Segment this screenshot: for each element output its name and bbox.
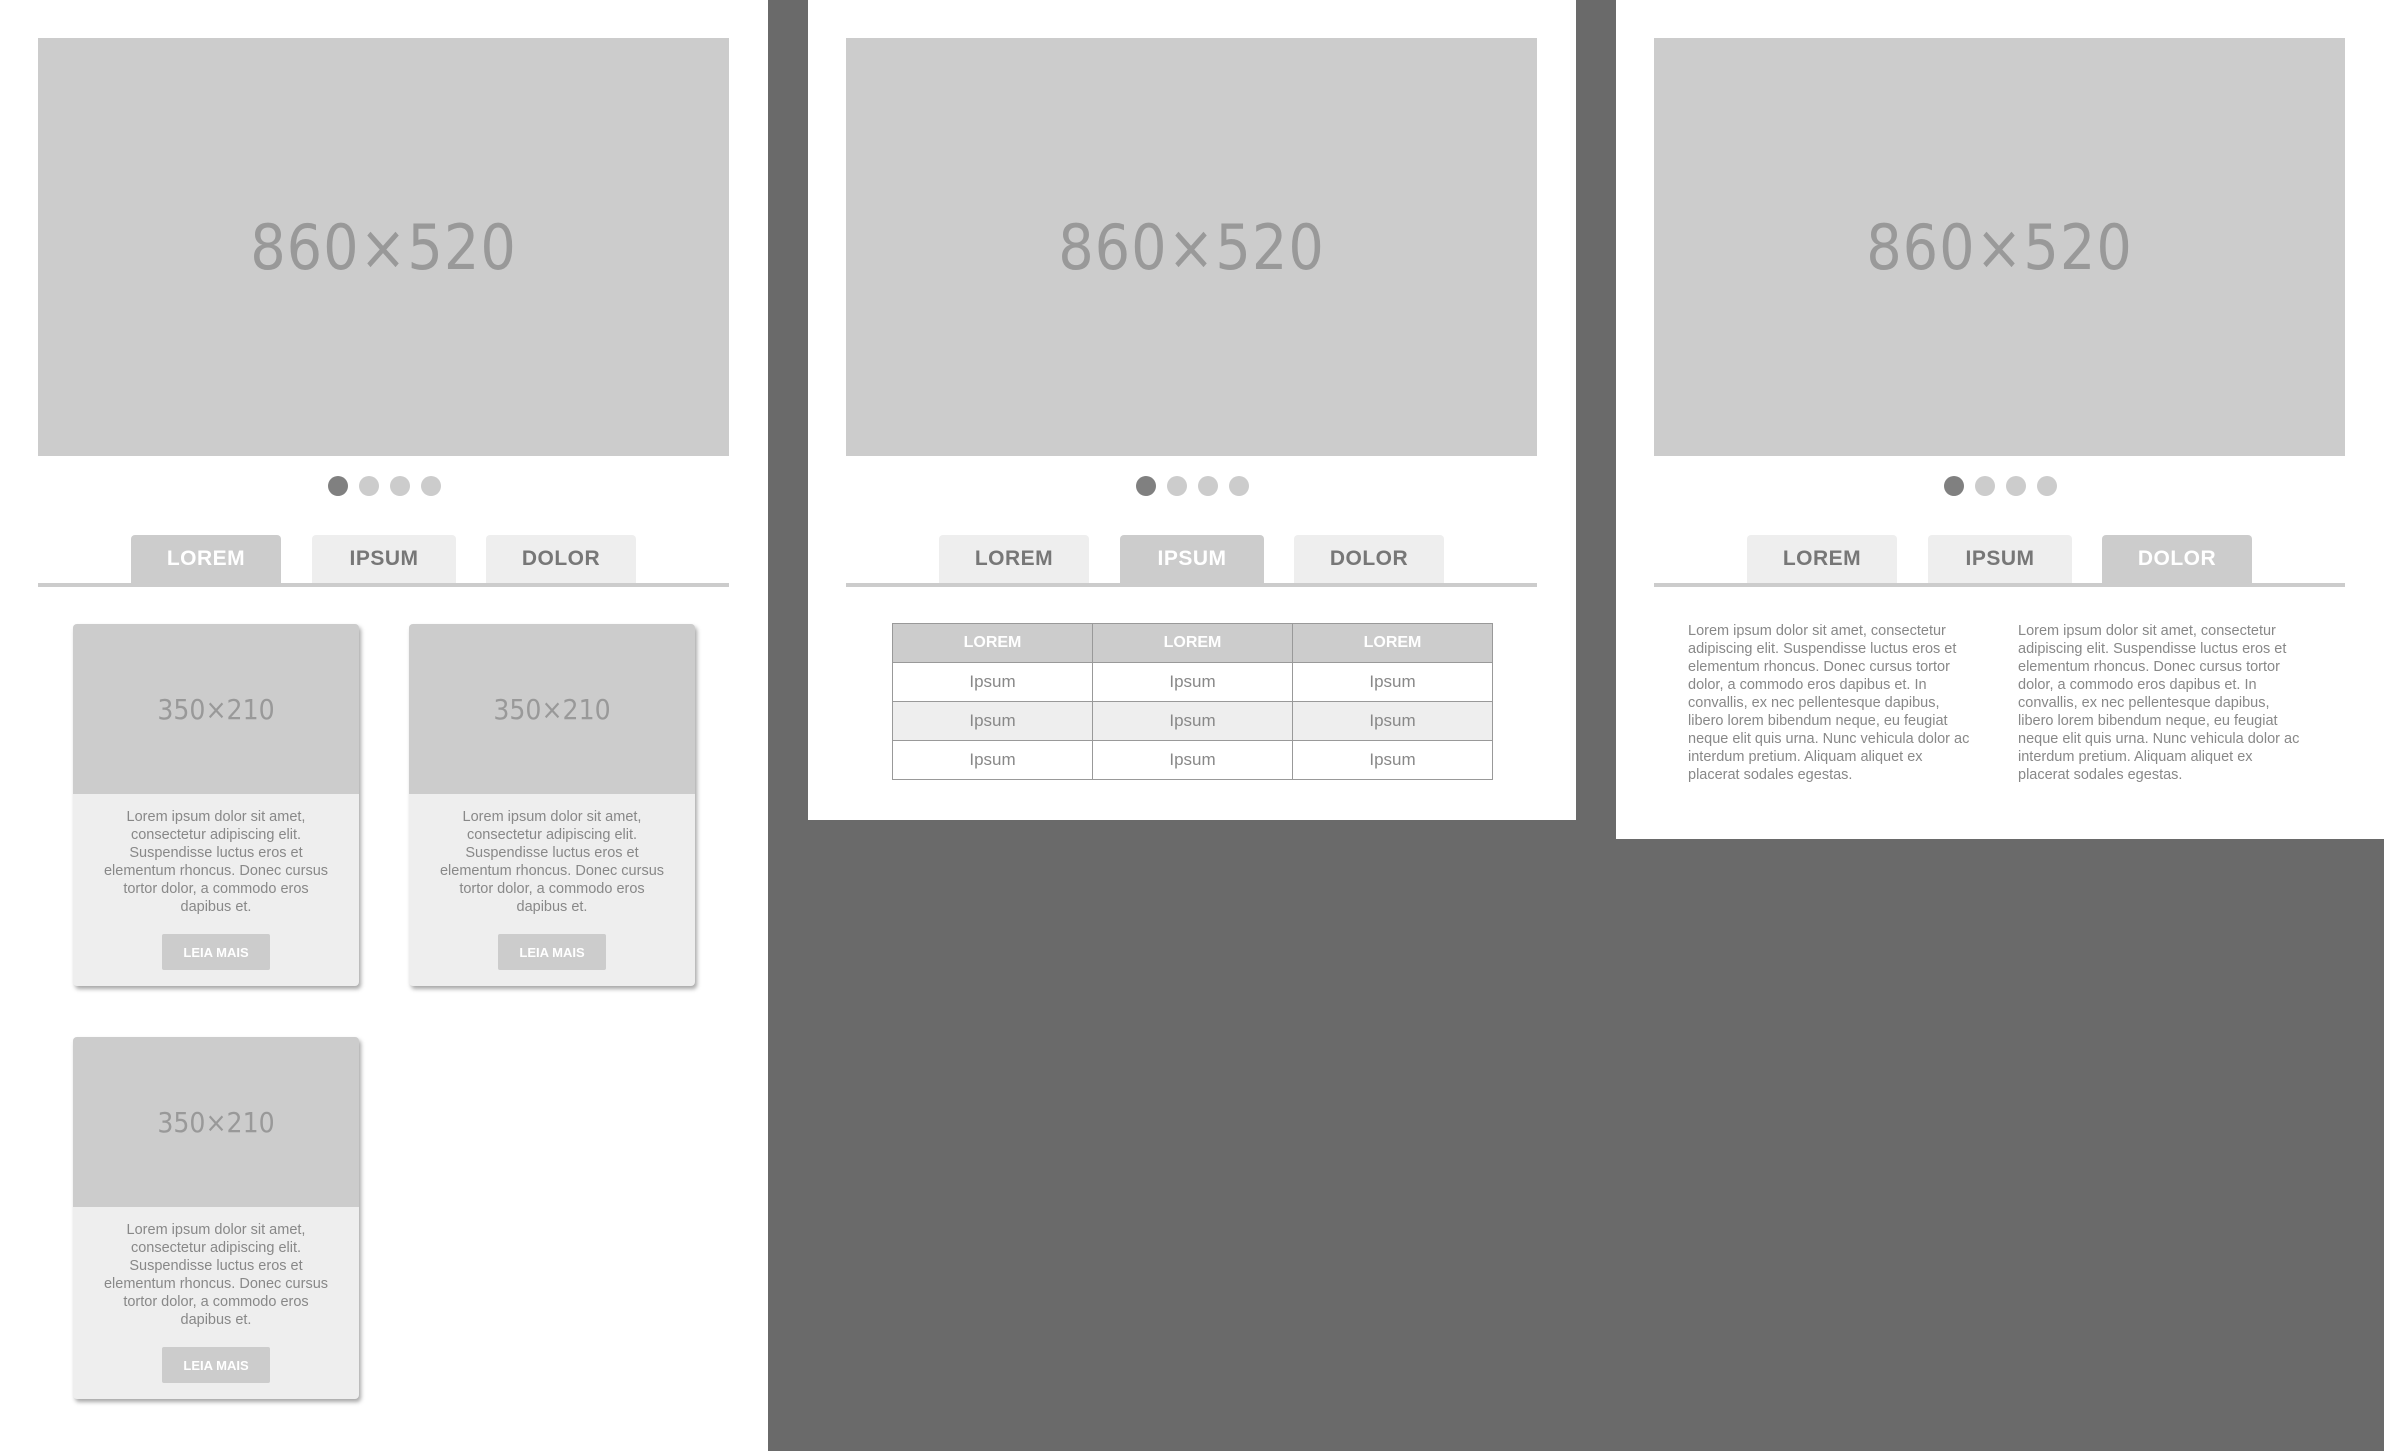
carousel-dots — [808, 476, 1576, 498]
tab-bar: LOREM IPSUM DOLOR — [38, 535, 729, 587]
table-row: Ipsum Ipsum Ipsum — [892, 740, 1493, 780]
tab-lorem[interactable]: LOREM — [939, 535, 1089, 583]
carousel-dot-2[interactable] — [1974, 476, 1995, 496]
table-cell: Ipsum — [1292, 662, 1493, 702]
table-row: Ipsum Ipsum Ipsum — [892, 701, 1493, 741]
card: 350×210 Lorem ipsum dolor sit amet, cons… — [73, 1037, 359, 1399]
table-cell: Ipsum — [892, 740, 1093, 780]
tab-underline — [38, 583, 729, 587]
card-text: Lorem ipsum dolor sit amet, consectetur … — [103, 1222, 329, 1328]
table-cell: Ipsum — [1092, 740, 1293, 780]
tab-bar: LOREM IPSUM DOLOR — [846, 535, 1537, 587]
carousel-dot-1[interactable] — [1135, 476, 1156, 496]
table-cell: Ipsum — [1092, 662, 1293, 702]
table-cell: Ipsum — [1292, 701, 1493, 741]
table-row: Ipsum Ipsum Ipsum — [892, 662, 1493, 702]
table-header-row: LOREM LOREM LOREM — [892, 623, 1493, 663]
card-text: Lorem ipsum dolor sit amet, consectetur … — [439, 809, 665, 915]
tab-underline — [846, 583, 1537, 587]
carousel-dot-4[interactable] — [2036, 476, 2057, 496]
read-more-button[interactable]: LEIA MAIS — [162, 934, 270, 970]
read-more-button[interactable]: LEIA MAIS — [498, 934, 606, 970]
card-image-placeholder: 350×210 — [409, 624, 695, 794]
tab-lorem[interactable]: LOREM — [131, 535, 281, 583]
hero-image-placeholder: 860×520 — [846, 38, 1537, 456]
carousel-dot-3[interactable] — [2005, 476, 2026, 496]
text-column: Lorem ipsum dolor sit amet, consectetur … — [1688, 623, 1970, 783]
tab-dolor[interactable]: DOLOR — [486, 535, 636, 583]
card-image-placeholder: 350×210 — [73, 624, 359, 794]
carousel-dot-4[interactable] — [420, 476, 441, 496]
panel-lorem: 860×520 LOREM IPSUM DOLOR 350×210 Lorem … — [0, 0, 768, 1451]
card: 350×210 Lorem ipsum dolor sit amet, cons… — [73, 624, 359, 986]
tab-lorem[interactable]: LOREM — [1747, 535, 1897, 583]
table-header-cell: LOREM — [1092, 623, 1293, 663]
tab-dolor[interactable]: DOLOR — [1294, 535, 1444, 583]
panel-dolor: 860×520 LOREM IPSUM DOLOR Lorem ipsum do… — [1616, 0, 2384, 839]
hero-image-placeholder: 860×520 — [38, 38, 729, 456]
tab-ipsum[interactable]: IPSUM — [1928, 535, 2072, 583]
read-more-button[interactable]: LEIA MAIS — [162, 1347, 270, 1383]
table-header-cell: LOREM — [892, 623, 1093, 663]
table-cell: Ipsum — [892, 701, 1093, 741]
tab-bar: LOREM IPSUM DOLOR — [1654, 535, 2345, 587]
data-table: LOREM LOREM LOREM Ipsum Ipsum Ipsum Ipsu… — [892, 623, 1493, 780]
table-cell: Ipsum — [1292, 740, 1493, 780]
hero-image-placeholder: 860×520 — [1654, 38, 2345, 456]
table-cell: Ipsum — [1092, 701, 1293, 741]
table-header-cell: LOREM — [1292, 623, 1493, 663]
carousel-dot-3[interactable] — [1197, 476, 1218, 496]
carousel-dot-2[interactable] — [358, 476, 379, 496]
tab-ipsum[interactable]: IPSUM — [312, 535, 456, 583]
tab-ipsum[interactable]: IPSUM — [1120, 535, 1264, 583]
carousel-dot-1[interactable] — [1943, 476, 1964, 496]
carousel-dot-3[interactable] — [389, 476, 410, 496]
carousel-dot-2[interactable] — [1166, 476, 1187, 496]
tab-underline — [1654, 583, 2345, 587]
carousel-dots — [0, 476, 768, 498]
text-column: Lorem ipsum dolor sit amet, consectetur … — [2018, 623, 2300, 783]
carousel-dot-1[interactable] — [327, 476, 348, 496]
card-image-placeholder: 350×210 — [73, 1037, 359, 1207]
table-cell: Ipsum — [892, 662, 1093, 702]
card: 350×210 Lorem ipsum dolor sit amet, cons… — [409, 624, 695, 986]
card-text: Lorem ipsum dolor sit amet, consectetur … — [103, 809, 329, 915]
tab-dolor[interactable]: DOLOR — [2102, 535, 2252, 583]
carousel-dot-4[interactable] — [1228, 476, 1249, 496]
panel-ipsum: 860×520 LOREM IPSUM DOLOR LOREM LOREM LO… — [808, 0, 1576, 820]
carousel-dots — [1616, 476, 2384, 498]
